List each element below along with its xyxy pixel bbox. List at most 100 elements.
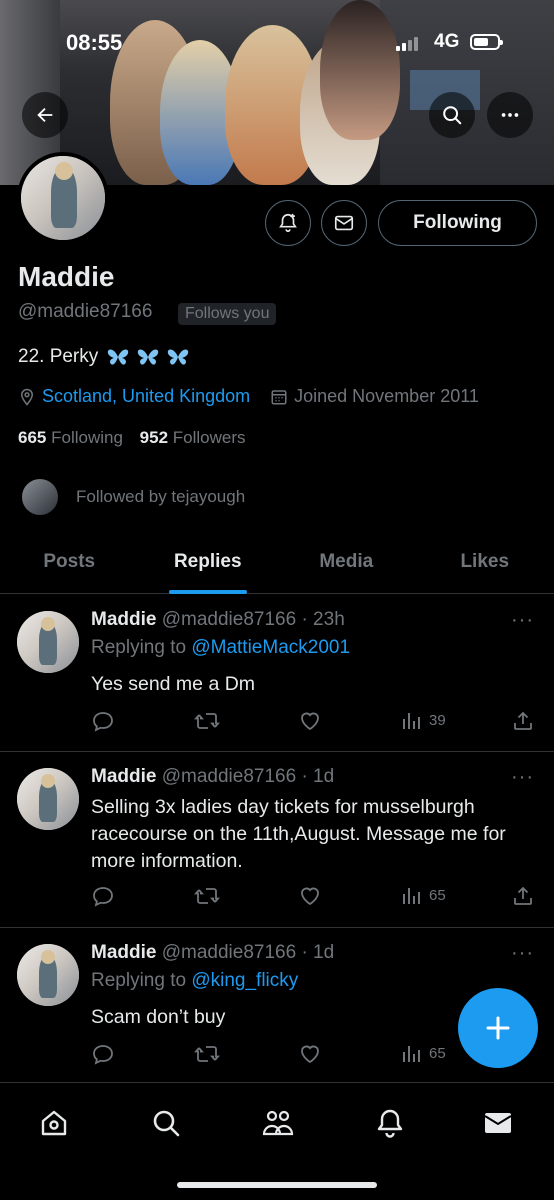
followed-by[interactable]: Followed by tejayough xyxy=(18,477,245,517)
reply-icon xyxy=(93,887,113,907)
views-button[interactable]: 39 xyxy=(401,709,446,731)
post-avatar[interactable] xyxy=(17,944,79,1006)
post-more-button[interactable]: ··· xyxy=(511,766,534,789)
views-bars-icon xyxy=(403,713,420,729)
replying-prefix: Replying to xyxy=(91,970,187,991)
repost-button[interactable] xyxy=(194,709,220,733)
compose-button[interactable] xyxy=(458,988,538,1068)
post-text: Yes send me a Dm xyxy=(91,673,256,695)
following-count: 665 xyxy=(18,428,47,447)
heart-icon xyxy=(301,887,319,906)
arrow-left-icon xyxy=(37,107,53,123)
back-button[interactable] xyxy=(22,92,68,138)
share-button[interactable] xyxy=(511,884,535,908)
replying-to-handle[interactable]: @king_flicky xyxy=(191,970,298,991)
tab-replies[interactable]: Replies xyxy=(139,536,278,594)
nav-home[interactable] xyxy=(34,1103,74,1143)
tab-media[interactable]: Media xyxy=(277,536,416,593)
post-handle-time: @maddie87166 · 23h xyxy=(161,609,345,630)
heart-icon xyxy=(301,1045,319,1064)
more-dots-icon xyxy=(501,113,519,117)
calendar-icon xyxy=(271,389,287,404)
repost-icon xyxy=(194,888,220,904)
share-button[interactable] xyxy=(511,709,535,733)
like-button[interactable] xyxy=(298,1042,322,1066)
reply-button[interactable] xyxy=(91,709,115,733)
post-header: Maddie @maddie87166 · 23h xyxy=(91,609,345,631)
profile-meta: Scotland, United Kingdom Joined November… xyxy=(18,386,479,407)
battery-icon xyxy=(470,34,503,50)
status-time: 08:55 xyxy=(66,30,123,55)
reply-button[interactable] xyxy=(91,1042,115,1066)
follows-you-badge: Follows you xyxy=(178,303,277,325)
like-button[interactable] xyxy=(298,709,322,733)
replying-to-handle[interactable]: @MattieMack2001 xyxy=(191,637,350,658)
communities-icon xyxy=(262,1110,294,1136)
tab-posts[interactable]: Posts xyxy=(0,536,139,593)
replying-prefix: Replying to xyxy=(91,637,187,658)
like-button[interactable] xyxy=(298,884,322,908)
views-count: 39 xyxy=(429,711,446,729)
reply-button[interactable] xyxy=(91,884,115,908)
profile-bio: 22. Perky xyxy=(18,346,190,368)
notify-button[interactable] xyxy=(265,200,311,246)
status-bar: 08:55 4G xyxy=(0,0,554,80)
followed-by-avatar xyxy=(18,477,62,517)
post-more-button[interactable]: ··· xyxy=(511,609,534,632)
post-header: Maddie @maddie87166 · 1d xyxy=(91,942,334,964)
post-header: Maddie @maddie87166 · 1d xyxy=(91,766,334,788)
share-icon xyxy=(514,711,532,730)
reply-icon xyxy=(93,712,113,732)
search-icon xyxy=(153,1110,180,1137)
message-button[interactable] xyxy=(321,200,367,246)
repost-icon xyxy=(194,713,220,729)
profile-tabs: Posts Replies Media Likes xyxy=(0,536,554,594)
home-indicator xyxy=(177,1182,377,1188)
post-more-button[interactable]: ··· xyxy=(511,942,534,965)
signal-icon xyxy=(396,37,418,51)
search-button[interactable] xyxy=(429,92,475,138)
share-icon xyxy=(514,886,532,905)
nav-communities[interactable] xyxy=(258,1103,298,1143)
home-icon xyxy=(41,1110,67,1136)
nav-notifications[interactable] xyxy=(370,1103,410,1143)
followers-label: Followers xyxy=(172,428,246,447)
post-item[interactable]: Maddie @maddie87166 · 1d ··· Selling 3x … xyxy=(0,752,554,928)
views-count: 65 xyxy=(429,1044,446,1062)
reply-icon xyxy=(93,1045,113,1065)
views-button[interactable]: 65 xyxy=(401,1042,446,1064)
plus-icon xyxy=(486,1016,510,1040)
views-bars-icon xyxy=(403,1046,420,1062)
follow-counts: 665 Following 952 Followers xyxy=(18,428,246,448)
repost-icon xyxy=(194,1046,220,1062)
profile-avatar[interactable] xyxy=(17,152,109,244)
messages-icon xyxy=(484,1113,512,1133)
following-link[interactable]: 665 Following xyxy=(18,428,123,447)
post-author-name[interactable]: Maddie xyxy=(91,609,156,630)
post-handle-time: @maddie87166 · 1d xyxy=(161,942,335,963)
nav-messages[interactable] xyxy=(478,1103,518,1143)
views-button[interactable]: 65 xyxy=(401,884,446,906)
followers-link[interactable]: 952 Followers xyxy=(140,428,246,447)
bell-plus-icon xyxy=(279,213,297,233)
post-actions: 39 xyxy=(91,709,541,735)
nav-search[interactable] xyxy=(146,1103,186,1143)
repost-button[interactable] xyxy=(194,1042,220,1066)
profile-handle: @maddie87166 xyxy=(18,301,153,322)
following-button[interactable]: Following xyxy=(378,200,537,246)
views-bars-icon xyxy=(403,888,420,904)
more-button[interactable] xyxy=(487,92,533,138)
replying-to: Replying to @king_flicky xyxy=(91,970,298,992)
post-author-name[interactable]: Maddie xyxy=(91,766,156,787)
followers-count: 952 xyxy=(139,428,169,447)
profile-location[interactable]: Scotland, United Kingdom xyxy=(42,386,250,407)
post-item[interactable]: Maddie @maddie87166 · 23h ··· Replying t… xyxy=(0,595,554,752)
tab-likes[interactable]: Likes xyxy=(416,536,554,593)
post-author-name[interactable]: Maddie xyxy=(91,942,156,963)
repost-button[interactable] xyxy=(194,884,220,908)
profile-joined: Joined November 2011 xyxy=(294,386,479,406)
network-label: 4G xyxy=(434,31,460,52)
post-avatar[interactable] xyxy=(17,611,79,673)
post-avatar[interactable] xyxy=(17,768,79,830)
post-text: Selling 3x ladies day tickets for mussel… xyxy=(91,796,506,872)
